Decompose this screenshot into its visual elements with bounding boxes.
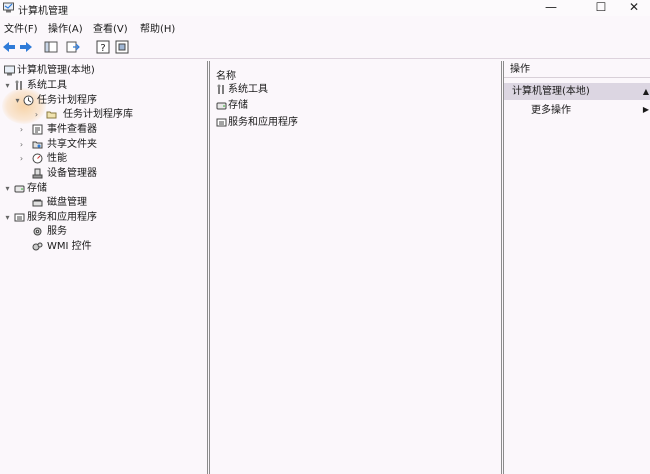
window-title: 计算机管理 — [18, 6, 68, 17]
expand-icon[interactable]: › — [32, 108, 41, 122]
close-button[interactable]: ✕ — [618, 0, 650, 16]
title-bar[interactable]: 计算机管理 — ☐ ✕ — [0, 0, 650, 17]
actions-header: 操作 — [504, 61, 650, 78]
content-list[interactable]: 名称 系统工具 存储 服务和应用程序 — [209, 61, 502, 474]
maximize-button[interactable]: ☐ — [585, 0, 617, 16]
collapse-icon[interactable]: ▾ — [13, 94, 22, 108]
event-viewer-icon — [32, 124, 43, 135]
menu-help[interactable]: 帮助(H) — [140, 20, 175, 35]
clock-icon — [23, 95, 34, 106]
actions-section-label: 计算机管理(本地) — [512, 86, 590, 97]
storage-icon — [14, 185, 25, 193]
svg-text:?: ? — [100, 43, 105, 54]
menu-bar: 文件(F) 操作(A) 查看(V) 帮助(H) — [0, 17, 650, 35]
menu-action[interactable]: 操作(A) — [48, 20, 83, 35]
actions-pane: 操作 计算机管理(本地) ▲ 更多操作 ▶ — [503, 61, 650, 474]
export-list-icon[interactable] — [66, 40, 80, 54]
forward-icon[interactable] — [19, 40, 33, 54]
minimize-button[interactable]: — — [535, 0, 567, 16]
expand-icon[interactable]: › — [17, 123, 26, 137]
performance-icon — [32, 153, 43, 164]
shared-folder-icon — [32, 141, 43, 149]
help-icon[interactable]: ? — [96, 40, 110, 54]
expand-icon[interactable]: › — [17, 138, 26, 152]
menu-file[interactable]: 文件(F) — [4, 20, 38, 35]
expand-icon[interactable]: › — [17, 152, 26, 166]
computer-management-icon — [4, 65, 15, 76]
properties-icon[interactable] — [115, 40, 129, 54]
name-column-header[interactable]: 名称 — [216, 67, 236, 82]
more-actions-item[interactable]: 更多操作 — [531, 103, 571, 119]
collapse-up-icon[interactable]: ▲ — [643, 83, 649, 100]
navigation-tree[interactable]: 计算机管理(本地) ▾ 系统工具 ▾ 任务计划程序 › 任务计划程序库 › 事件… — [0, 61, 208, 474]
services-apps-icon — [216, 118, 227, 127]
collapse-icon[interactable]: ▾ — [3, 182, 12, 196]
actions-section-computer-management[interactable]: 计算机管理(本地) ▲ — [504, 83, 650, 100]
toolbar: ? — [0, 36, 650, 59]
back-icon[interactable] — [2, 40, 16, 54]
services-apps-icon — [14, 213, 25, 222]
folder-icon — [46, 111, 57, 119]
submenu-arrow-icon[interactable]: ▶ — [643, 105, 649, 114]
menu-view[interactable]: 查看(V) — [93, 20, 128, 35]
disk-icon — [32, 199, 43, 207]
collapse-icon[interactable]: ▾ — [3, 211, 12, 225]
device-manager-icon — [32, 168, 43, 179]
computer-management-icon — [3, 2, 14, 13]
storage-icon — [216, 102, 227, 110]
wmi-icon — [32, 242, 43, 251]
show-tree-icon[interactable] — [44, 40, 58, 54]
tools-icon — [217, 84, 224, 94]
gear-icon — [33, 227, 42, 236]
